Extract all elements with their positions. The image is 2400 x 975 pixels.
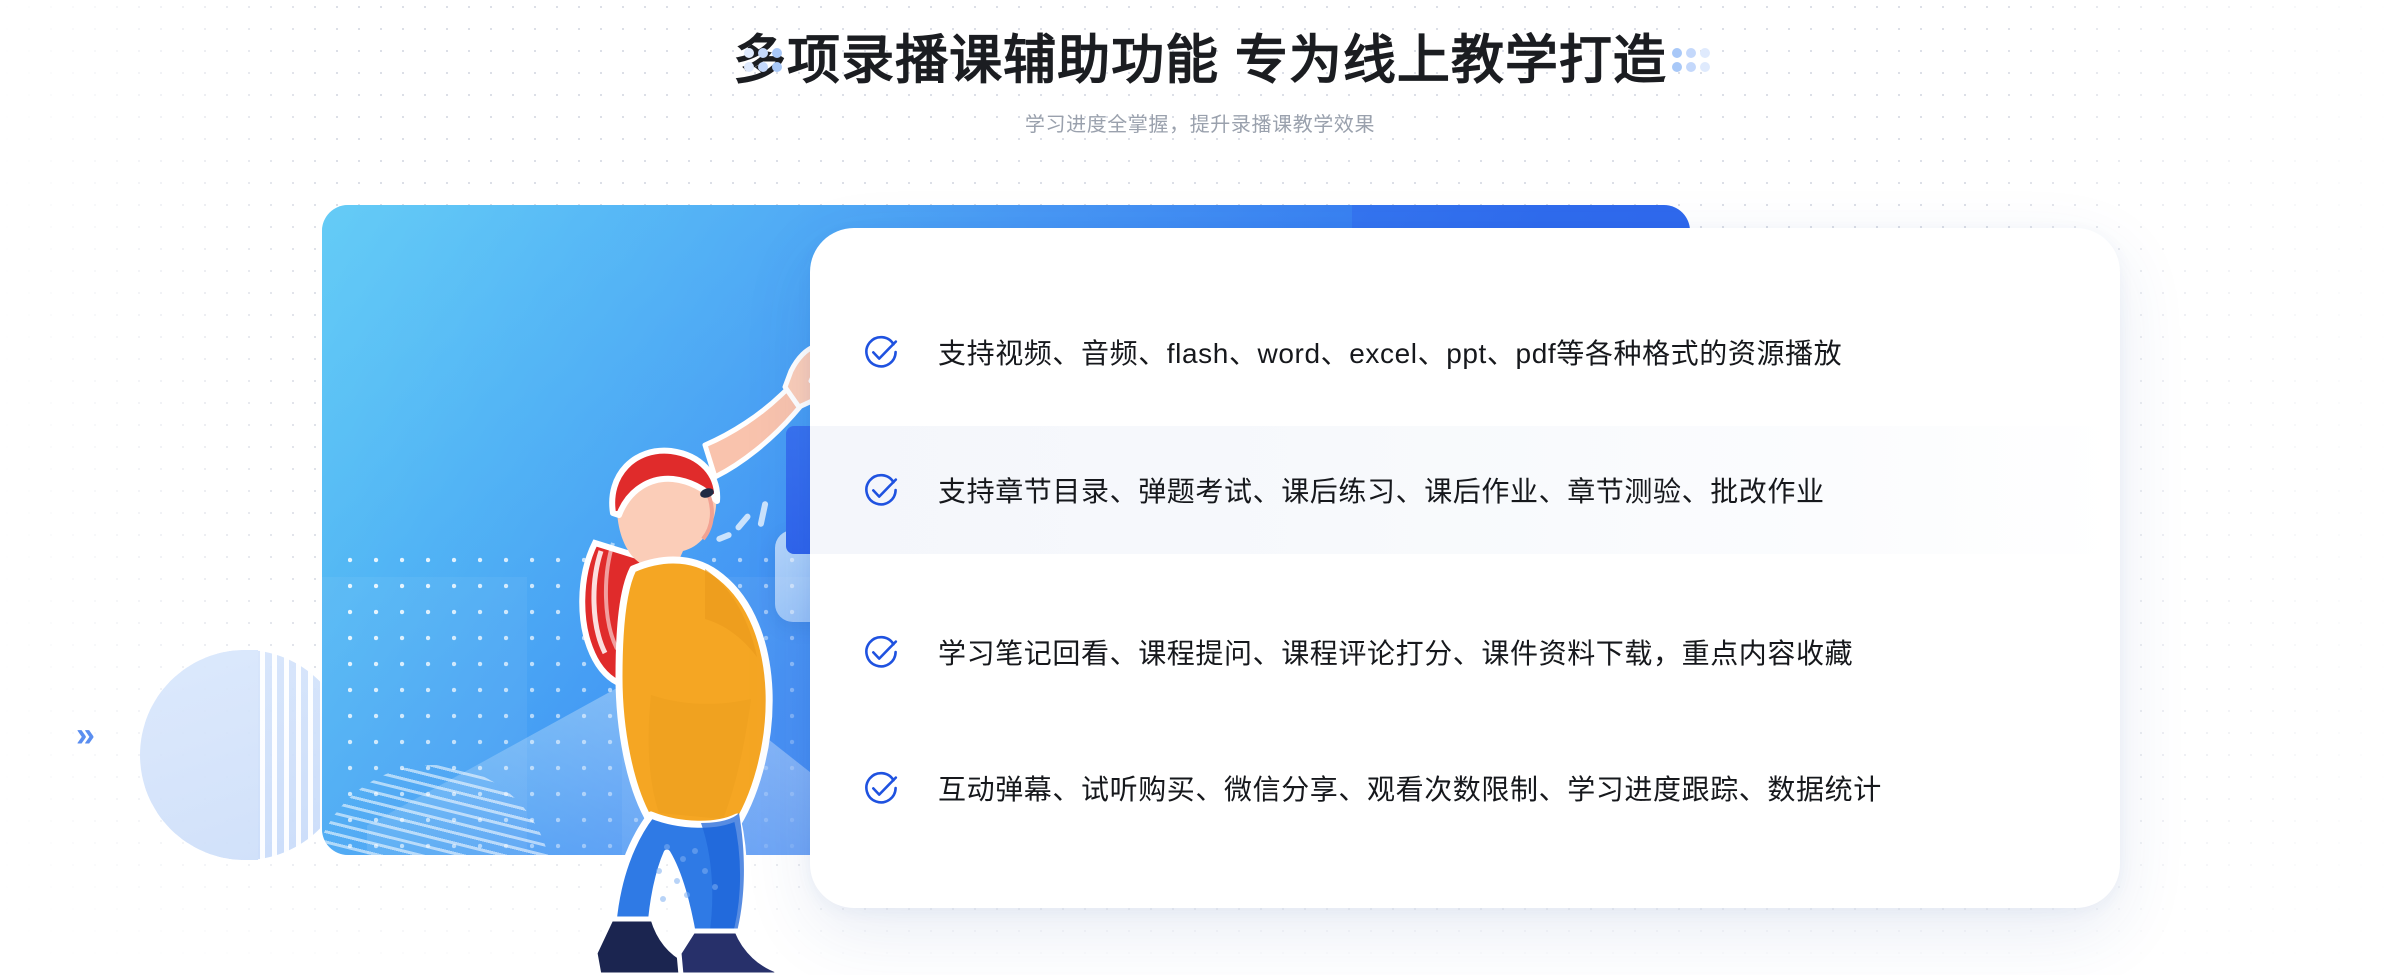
- decor-dots-right: [1672, 48, 1714, 76]
- decor-dot: [1686, 62, 1696, 72]
- feature-text: 互动弹幕、试听购买、微信分享、观看次数限制、学习进度跟踪、数据统计: [938, 774, 1882, 805]
- feature-row-1[interactable]: 支持视频、音频、flash、word、excel、ppt、pdf等各种格式的资源…: [810, 288, 2120, 416]
- decor-dot: [758, 48, 768, 58]
- page-title: 多项录播课辅助功能 专为线上教学打造: [733, 31, 1667, 90]
- decor-dot: [1700, 62, 1710, 72]
- decor-dot: [772, 48, 782, 58]
- features-list: 支持视频、音频、flash、word、excel、ppt、pdf等各种格式的资源…: [810, 228, 2120, 908]
- feature-text: 支持视频、音频、flash、word、excel、ppt、pdf等各种格式的资源…: [938, 338, 1843, 369]
- decor-dot: [1672, 62, 1682, 72]
- decor-dot: [744, 48, 754, 58]
- feature-text: 学习笔记回看、课程提问、课程评论打分、课件资料下载，重点内容收藏: [938, 638, 1854, 669]
- feature-row-2[interactable]: 支持章节目录、弹题考试、课后练习、课后作业、章节测验、批改作业: [810, 426, 2120, 554]
- check-circle-icon: [862, 769, 900, 807]
- feature-text: 支持章节目录、弹题考试、课后练习、课后作业、章节测验、批改作业: [938, 476, 1825, 507]
- decor-dot: [772, 62, 782, 72]
- decor-dots-left: [744, 48, 786, 76]
- check-circle-icon: [862, 471, 900, 509]
- page-subtitle: 学习进度全掌握，提升录播课教学效果: [1024, 114, 1376, 137]
- header: 多项录播课辅助功能 专为线上教学打造 学习进度全掌握，提升录播课教学效果: [0, 0, 2400, 170]
- features-card: 支持视频、音频、flash、word、excel、ppt、pdf等各种格式的资源…: [810, 228, 2120, 908]
- feature-row-3[interactable]: 学习笔记回看、课程提问、课程评论打分、课件资料下载，重点内容收藏: [810, 588, 2120, 716]
- chevron-right-icon: »: [76, 716, 95, 754]
- feature-row-4[interactable]: 互动弹幕、试听购买、微信分享、观看次数限制、学习进度跟踪、数据统计: [810, 724, 2120, 852]
- decor-dot: [1700, 48, 1710, 58]
- decor-striped-circle: [140, 650, 350, 860]
- decor-dot: [758, 62, 768, 72]
- check-circle-icon: [862, 633, 900, 671]
- decor-dot: [744, 62, 754, 72]
- decor-dot: [1672, 48, 1682, 58]
- decor-dot: [1686, 48, 1696, 58]
- check-circle-icon: [862, 333, 900, 371]
